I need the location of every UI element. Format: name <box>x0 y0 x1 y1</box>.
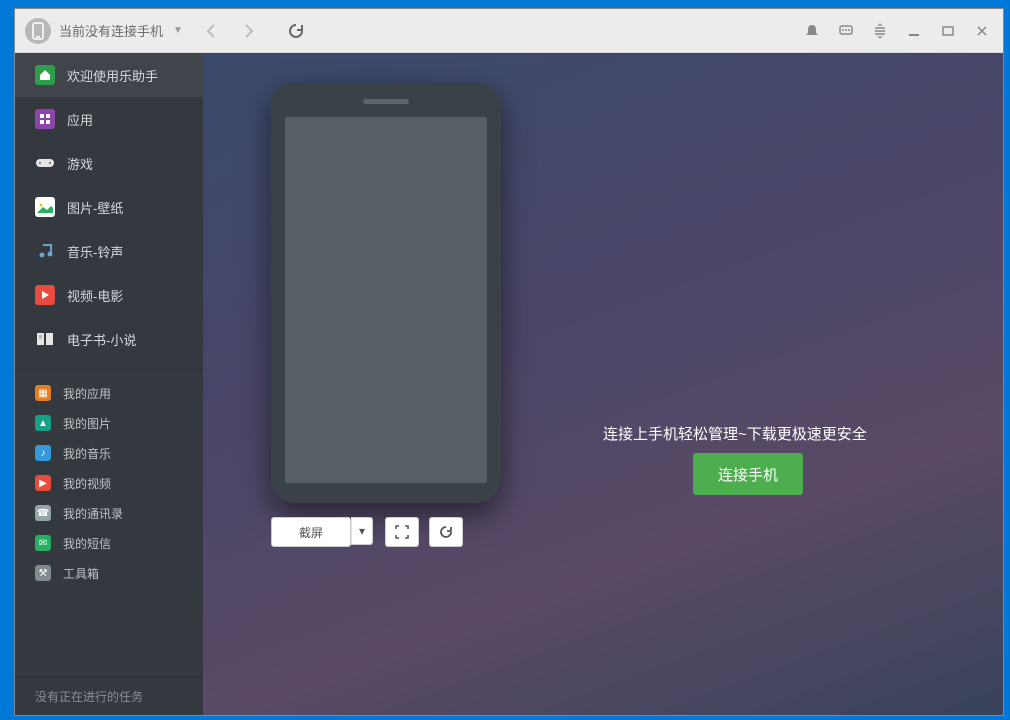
sidebar-item-games[interactable]: 游戏 <box>15 141 203 185</box>
sidebar-item-apps[interactable]: 应用 <box>15 97 203 141</box>
sidebar-item-label: 我的短信 <box>63 535 111 552</box>
phone-controls: 截屏 ▾ <box>271 517 463 547</box>
connect-button-label: 连接手机 <box>718 464 778 485</box>
close-button[interactable] <box>971 20 993 42</box>
connection-status-text: 当前没有连接手机 <box>59 21 163 40</box>
device-dropdown-caret[interactable]: ▼ <box>173 25 183 36</box>
feedback-icon[interactable] <box>835 20 857 42</box>
sidebar-item-label: 图片-壁纸 <box>67 198 123 217</box>
sidebar-item-label: 游戏 <box>67 154 93 173</box>
toolbox-icon: ⚒ <box>35 565 51 581</box>
book-icon <box>35 329 55 349</box>
body: 欢迎使用乐助手 应用 游戏 图片-壁纸 <box>15 53 1003 715</box>
apps-icon <box>35 109 55 129</box>
gamepad-icon <box>35 153 55 173</box>
sidebar-item-label: 我的应用 <box>63 385 111 402</box>
phone-preview-frame <box>271 83 501 503</box>
my-pictures-icon: ▲ <box>35 415 51 431</box>
sidebar-item-label: 我的视频 <box>63 475 111 492</box>
screenshot-button-label: 截屏 <box>299 524 323 541</box>
my-apps-icon: ▦ <box>35 385 51 401</box>
sidebar-item-video[interactable]: 视频-电影 <box>15 273 203 317</box>
fullscreen-button[interactable] <box>385 517 419 547</box>
phone-status-icon[interactable] <box>25 18 51 44</box>
refresh-phone-button[interactable] <box>429 517 463 547</box>
sidebar-item-label: 欢迎使用乐助手 <box>67 66 158 85</box>
refresh-button[interactable] <box>287 22 305 40</box>
sidebar-item-label: 应用 <box>67 110 93 129</box>
sidebar-item-label: 我的图片 <box>63 415 111 432</box>
sidebar-item-ebooks[interactable]: 电子书-小说 <box>15 317 203 361</box>
task-status-text: 没有正在进行的任务 <box>35 688 143 705</box>
sidebar: 欢迎使用乐助手 应用 游戏 图片-壁纸 <box>15 53 203 715</box>
task-status-footer: 没有正在进行的任务 <box>15 677 203 715</box>
music-icon <box>35 241 55 261</box>
screenshot-button[interactable]: 截屏 ▾ <box>271 517 351 547</box>
video-icon <box>35 285 55 305</box>
main-panel: 截屏 ▾ 连接上手机轻松管理~下载更极速更安全 连接手机 <box>203 53 1003 715</box>
sidebar-item-label: 我的通讯录 <box>63 505 123 522</box>
connect-phone-button[interactable]: 连接手机 <box>693 453 803 495</box>
app-window: 当前没有连接手机 ▼ <box>14 8 1004 716</box>
sidebar-item-music[interactable]: 音乐-铃声 <box>15 229 203 273</box>
sidebar-item-label: 电子书-小说 <box>67 330 136 349</box>
my-sms-icon: ✉ <box>35 535 51 551</box>
sidebar-divider <box>15 369 203 370</box>
sidebar-item-label: 视频-电影 <box>67 286 123 305</box>
picture-icon <box>35 197 55 217</box>
sidebar-my-pictures[interactable]: ▲ 我的图片 <box>15 408 203 438</box>
my-video-icon: ▶ <box>35 475 51 491</box>
my-music-icon: ♪ <box>35 445 51 461</box>
sidebar-item-label: 音乐-铃声 <box>67 242 123 261</box>
sidebar-my-video[interactable]: ▶ 我的视频 <box>15 468 203 498</box>
my-contacts-icon: ☎ <box>35 505 51 521</box>
sidebar-toolbox[interactable]: ⚒ 工具箱 <box>15 558 203 588</box>
sidebar-my-contacts[interactable]: ☎ 我的通讯录 <box>15 498 203 528</box>
maximize-button[interactable] <box>937 20 959 42</box>
home-icon <box>35 65 55 85</box>
screenshot-dropdown-caret[interactable]: ▾ <box>351 517 373 545</box>
minimize-button[interactable] <box>903 20 925 42</box>
back-button[interactable] <box>201 20 223 42</box>
connect-message: 连接上手机轻松管理~下载更极速更安全 <box>603 423 867 444</box>
sidebar-my-apps[interactable]: ▦ 我的应用 <box>15 378 203 408</box>
sidebar-item-welcome[interactable]: 欢迎使用乐助手 <box>15 53 203 97</box>
phone-preview-screen <box>285 117 487 483</box>
titlebar: 当前没有连接手机 ▼ <box>15 9 1003 53</box>
sidebar-item-label: 工具箱 <box>63 565 99 582</box>
sidebar-item-pictures[interactable]: 图片-壁纸 <box>15 185 203 229</box>
sidebar-item-label: 我的音乐 <box>63 445 111 462</box>
sidebar-my-music[interactable]: ♪ 我的音乐 <box>15 438 203 468</box>
forward-button[interactable] <box>237 20 259 42</box>
notification-icon[interactable] <box>801 20 823 42</box>
menu-icon[interactable] <box>869 20 891 42</box>
sidebar-my-sms[interactable]: ✉ 我的短信 <box>15 528 203 558</box>
